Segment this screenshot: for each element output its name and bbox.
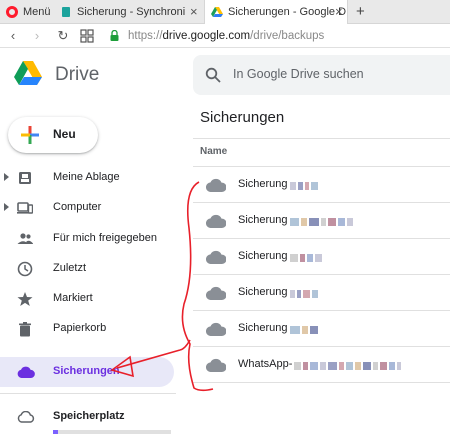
my-drive-icon: [19, 172, 31, 184]
tab-menu-label: Menü: [23, 6, 51, 18]
backups-cloud-icon: [17, 366, 35, 378]
new-button-label: Neu: [53, 127, 76, 141]
tab-backups[interactable]: Sicherungen - Google D: [204, 0, 348, 24]
reload-icon[interactable]: ↻: [54, 27, 72, 45]
sidebar-item-label: Für mich freigegeben: [53, 232, 157, 244]
sidebar-item-label: Sicherungen: [53, 365, 120, 377]
file-name-text: Sicherung: [238, 322, 288, 334]
file-name-text: Sicherung: [238, 286, 288, 298]
lock-icon: [110, 30, 119, 41]
tab-menu[interactable]: Menü: [6, 0, 58, 24]
sidebar-item-recent[interactable]: Zuletzt: [0, 254, 176, 284]
sidebar-item-label: Zuletzt: [53, 262, 87, 274]
tab-backups-label: Sicherungen - Google D: [228, 6, 347, 18]
file-name: Sicherung: [238, 178, 320, 191]
cloud-backup-icon: [206, 250, 226, 264]
opera-icon: [6, 6, 18, 19]
search-input[interactable]: In Google Drive suchen: [193, 55, 450, 95]
url-path: /drive/backups: [250, 30, 325, 42]
new-tab-button[interactable]: +: [356, 0, 365, 23]
trash-icon: [19, 322, 31, 337]
sidebar-divider: [0, 393, 176, 394]
search-placeholder: In Google Drive suchen: [233, 67, 364, 81]
sidebar-item-label: Papierkorb: [53, 322, 107, 334]
computers-icon: [17, 202, 33, 214]
redacted-name-part: [289, 252, 324, 263]
tab-sync-settings[interactable]: Sicherung - Synchroni: [60, 0, 200, 24]
close-tab-icon[interactable]: ×: [190, 0, 198, 24]
file-row[interactable]: WhatsApp-: [193, 347, 450, 383]
cloud-backup-icon: [206, 322, 226, 336]
sidebar-item-label: Markiert: [53, 292, 93, 304]
expand-arrow-icon[interactable]: [4, 203, 9, 211]
storage-usage-fill: [53, 430, 58, 434]
redacted-name-part: [289, 288, 320, 299]
file-name-text: WhatsApp-: [238, 358, 293, 370]
file-name: WhatsApp-: [238, 358, 403, 371]
close-tab-icon[interactable]: ×: [335, 0, 343, 24]
redacted-name-part: [289, 216, 355, 227]
file-name-text: Sicherung: [238, 214, 288, 226]
expand-arrow-icon[interactable]: [4, 173, 9, 181]
file-row[interactable]: Sicherung: [193, 239, 450, 275]
redacted-name-part: [289, 324, 320, 335]
drive-icon: [211, 7, 223, 18]
page-icon: [62, 7, 70, 18]
file-row[interactable]: Sicherung: [193, 275, 450, 311]
sidebar-item-shared[interactable]: Für mich freigegeben: [0, 224, 176, 254]
tab-sync-label: Sicherung - Synchroni: [77, 6, 186, 18]
cloud-backup-icon: [206, 178, 226, 192]
sidebar-item-my-drive[interactable]: Meine Ablage: [0, 163, 176, 193]
forward-icon[interactable]: ›: [28, 27, 46, 45]
storage-cloud-icon: [17, 411, 35, 423]
cloud-backup-icon: [206, 214, 226, 228]
browser-nav-bar: ‹ › ↻ https://drive.google.com/drive/bac…: [0, 24, 450, 48]
file-name: Sicherung: [238, 250, 324, 263]
url-prefix: https://: [128, 30, 163, 42]
search-icon[interactable]: [205, 67, 221, 83]
file-row[interactable]: Sicherung: [193, 167, 450, 203]
page-title: Sicherungen: [200, 109, 285, 126]
recent-clock-icon: [17, 261, 33, 277]
new-button[interactable]: Neu: [8, 117, 98, 153]
file-row[interactable]: Sicherung: [193, 203, 450, 239]
app-name: Drive: [55, 64, 100, 85]
sidebar-item-label: Speicherplatz: [53, 410, 125, 422]
file-name: Sicherung: [238, 214, 355, 227]
plus-icon: [21, 126, 39, 144]
speed-dial-icon[interactable]: [80, 29, 94, 43]
shared-icon: [17, 233, 33, 244]
sidebar-item-storage[interactable]: Speicherplatz: [0, 402, 176, 432]
sidebar-item-starred[interactable]: Markiert: [0, 284, 176, 314]
storage-usage-bar: [53, 430, 171, 434]
file-name-text: Sicherung: [238, 250, 288, 262]
star-icon: [17, 292, 33, 306]
address-field[interactable]: https://drive.google.com/drive/backups: [128, 27, 324, 45]
cloud-backup-icon: [206, 286, 226, 300]
back-icon[interactable]: ‹: [4, 27, 22, 45]
sidebar-item-backups[interactable]: Sicherungen: [0, 357, 174, 387]
sidebar-item-computers[interactable]: Computer: [0, 193, 176, 223]
file-name: Sicherung: [238, 286, 320, 299]
drive-logo[interactable]: [14, 60, 42, 86]
cloud-backup-icon: [206, 358, 226, 372]
header-divider: [193, 138, 450, 139]
sidebar-item-label: Computer: [53, 201, 102, 213]
browser-tab-bar: Menü Sicherung - Synchroni Sicherungen -…: [0, 0, 450, 24]
column-header-name[interactable]: Name: [200, 146, 227, 157]
redacted-name-part: [289, 180, 320, 191]
sidebar-item-trash[interactable]: Papierkorb: [0, 314, 176, 344]
file-name: Sicherung: [238, 322, 320, 335]
file-name-text: Sicherung: [238, 178, 288, 190]
url-host: drive.google.com: [162, 30, 251, 42]
redacted-name-part: [294, 360, 403, 371]
sidebar-item-label: Meine Ablage: [53, 171, 120, 183]
file-row[interactable]: Sicherung: [193, 311, 450, 347]
